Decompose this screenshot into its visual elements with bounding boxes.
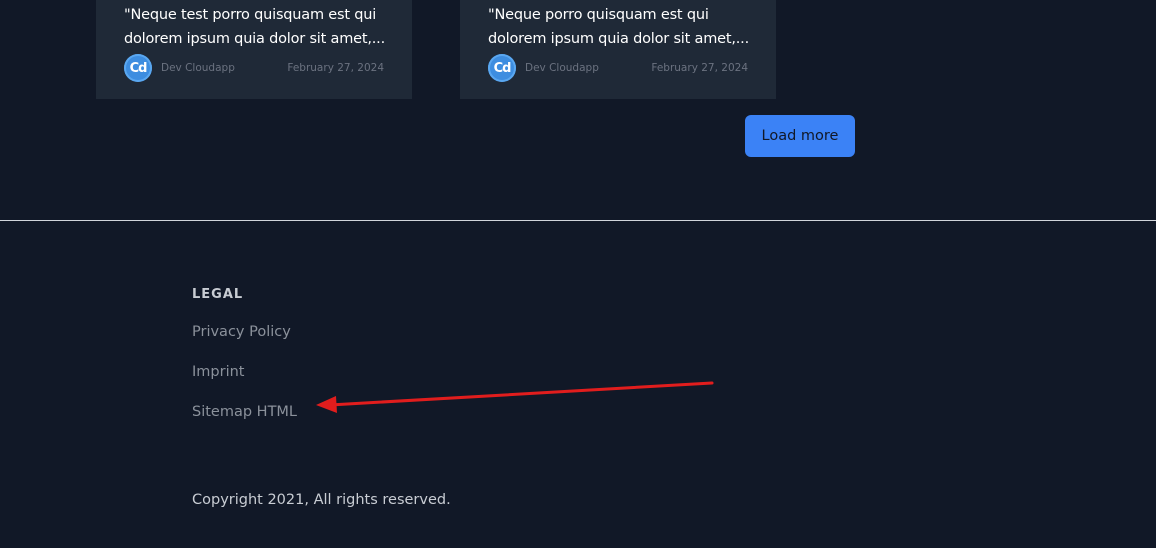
card-meta: Cd Dev Cloudapp February 27, 2024	[488, 54, 748, 82]
sitemap-html-link[interactable]: Sitemap HTML	[192, 404, 297, 420]
card-title-line[interactable]: dolorem ipsum quia dolor sit amet,...	[488, 27, 749, 51]
card-title-line[interactable]: "Neque porro quisquam est qui	[488, 3, 748, 27]
author-name: Dev Cloudapp	[525, 62, 599, 74]
author-avatar: Cd	[488, 54, 516, 82]
legal-heading: LEGAL	[192, 287, 244, 302]
author-avatar: Cd	[124, 54, 152, 82]
copyright-text: Copyright 2021, All rights reserved.	[192, 492, 451, 508]
section-divider	[0, 220, 1156, 221]
card-meta: Cd Dev Cloudapp February 27, 2024	[124, 54, 384, 82]
imprint-link[interactable]: Imprint	[192, 364, 244, 380]
card-title-line[interactable]: dolorem ipsum quia dolor sit amet,...	[124, 27, 385, 51]
blog-card[interactable]: "Neque test porro quisquam est qui dolor…	[96, 0, 412, 99]
page: "Neque test porro quisquam est qui dolor…	[0, 0, 1156, 548]
author-name: Dev Cloudapp	[161, 62, 235, 74]
card-title-line[interactable]: "Neque test porro quisquam est qui	[124, 3, 384, 27]
load-more-button[interactable]: Load more	[745, 115, 855, 157]
privacy-policy-link[interactable]: Privacy Policy	[192, 324, 291, 340]
post-date: February 27, 2024	[287, 62, 384, 74]
post-date: February 27, 2024	[651, 62, 748, 74]
blog-card[interactable]: "Neque porro quisquam est qui dolorem ip…	[460, 0, 776, 99]
